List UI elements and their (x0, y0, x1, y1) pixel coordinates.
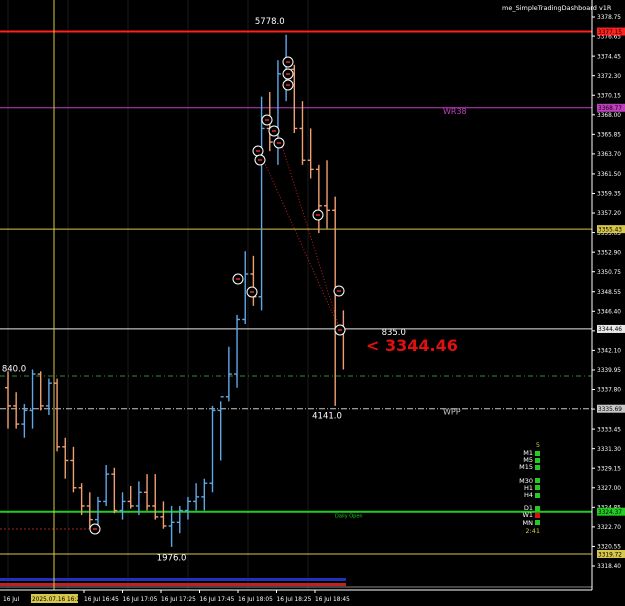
trend-line (277, 132, 341, 331)
price-tag-text: 3355.43 (598, 227, 622, 233)
dashboard-row: MN (508, 518, 540, 527)
status-square-icon (535, 450, 540, 456)
dashboard-countdown: 2:41 (525, 526, 540, 535)
price-tick-label: 3370.15 (597, 93, 621, 99)
dashboard-group: M1 M5 M15 (508, 449, 540, 472)
price-tick-label: 3350.75 (597, 270, 621, 276)
cursor-time-text: 2025.07.16 16:20 (32, 597, 84, 603)
price-tick-label: 3337.80 (597, 388, 621, 394)
price-tick-label: 3365.85 (597, 133, 621, 139)
time-tick-label: 16 Jul 18:05 (238, 597, 273, 603)
price-tick-label: 3346.40 (597, 309, 621, 315)
price-tick-label: 3372.30 (597, 74, 621, 80)
price-tick-label: 3322.70 (597, 525, 621, 531)
volume-label: 1976.0 (157, 554, 187, 564)
price-tick-label: 3368.00 (597, 113, 621, 119)
volume-label: 4141.0 (312, 412, 342, 422)
price-tick-label: 3378.75 (597, 15, 621, 21)
level-lines (0, 30, 592, 588)
status-square-icon (535, 492, 540, 498)
dashboard-row: H4 (508, 491, 540, 500)
level-name: WPP (443, 408, 461, 417)
price-tick-label: 3374.45 (597, 54, 621, 60)
price-tick-label: 3348.55 (597, 290, 621, 296)
timeframe-label: MN (522, 518, 533, 527)
price-tick-label: 3342.10 (597, 349, 621, 355)
price-tick-label: 3327.00 (597, 486, 621, 492)
volume-label: 5778.0 (255, 17, 285, 27)
price-tag-text: 3324.37 (598, 510, 622, 516)
status-square-icon (535, 520, 540, 526)
level-name: Daily Open (335, 514, 363, 520)
price-tick-label: 3329.15 (597, 466, 621, 472)
price-bars (5, 34, 347, 547)
timeframe-label: M15 (519, 463, 533, 472)
timeframe-dashboard: 5 M1 M5 M15 M30 H1 H4 D1 W1 MN 2:41 (508, 442, 540, 535)
current-price-arrow: < (366, 336, 385, 355)
time-axis[interactable]: 2025.07.16 16:20 16 Jul 16 Jul 16:45 16 Jul… (0, 589, 592, 603)
window-title: me_SimpleTradingDashboard v1R (502, 4, 612, 12)
dashboard-row: M15 (508, 464, 540, 471)
bottom-band (0, 583, 346, 586)
volume-label: 840.0 (2, 364, 26, 374)
price-tick-label: 3339.95 (597, 368, 621, 374)
trend-line (262, 158, 341, 331)
status-square-icon (535, 505, 540, 511)
price-tick-label: 3318.40 (597, 564, 621, 570)
price-tag-text: 3319.72 (598, 552, 622, 558)
time-tick-label: 16 Jul 16:45 (84, 597, 119, 603)
time-tick-label: 16 Jul 17:25 (161, 597, 196, 603)
dashboard-group: M30 H1 H4 (508, 477, 540, 500)
price-tag-text: 3344.46 (598, 327, 622, 333)
level-labels: 3377.15 3368.77 WR38 3355.43 3344.46 3335.69 W… (335, 27, 625, 558)
price-tick-label: 3352.90 (597, 250, 621, 256)
time-tick-label: 16 Jul (3, 597, 20, 603)
dashboard-group: D1 W1 MN (508, 505, 540, 527)
price-tick-label: 3363.70 (597, 152, 621, 158)
trend-lines (262, 132, 341, 331)
status-square-icon (535, 478, 540, 484)
price-tag-text: 3377.15 (598, 30, 622, 36)
timeframe-label: H4 (523, 491, 533, 500)
bottom-band (0, 578, 346, 581)
time-tick-label: 16 Jul 18:25 (277, 597, 312, 603)
status-square-icon (535, 485, 540, 491)
dashboard-count: 5 (535, 441, 540, 449)
status-square-icon (535, 512, 540, 518)
price-tick-label: 3333.45 (597, 427, 621, 433)
chart-grid (7, 0, 309, 590)
price-tick-label: 3359.35 (597, 192, 621, 198)
status-square-icon (535, 457, 540, 463)
price-tick-label: 3331.30 (597, 447, 621, 453)
current-price-label: < 3344.46 (366, 336, 458, 355)
time-tick-label: 16 Jul 17:05 (123, 597, 158, 603)
price-tick-label: 3320.55 (597, 545, 621, 551)
time-tick-label: 16 Jul 18:45 (315, 597, 350, 603)
level-name: WR38 (443, 107, 467, 116)
price-tick-label: 3357.20 (597, 211, 621, 217)
price-tick-label: 3361.50 (597, 172, 621, 178)
price-tag-text: 3368.77 (598, 106, 622, 112)
time-tick-label: 16 Jul 17:45 (200, 597, 235, 603)
status-square-icon (535, 464, 540, 470)
current-price-value: 3344.46 (384, 336, 458, 355)
price-tag-text: 3335.69 (598, 407, 622, 413)
